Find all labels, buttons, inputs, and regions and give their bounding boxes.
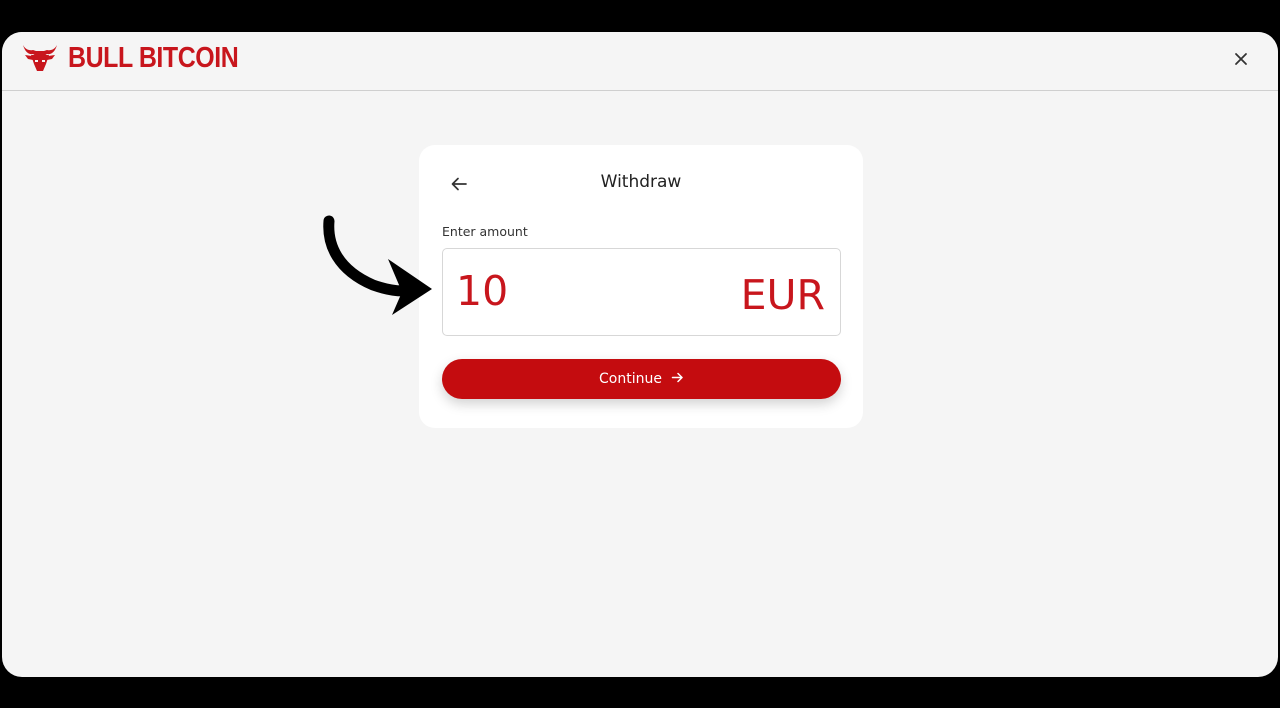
- close-icon: [1228, 53, 1254, 76]
- curved-pointer-arrow-icon: [318, 215, 438, 324]
- withdraw-card: Withdraw Enter amount 10 EUR Continue: [419, 145, 863, 428]
- continue-label: Continue: [599, 371, 662, 387]
- brand-name: BULL BITCOIN: [68, 41, 239, 74]
- close-button[interactable]: [1228, 46, 1254, 72]
- amount-input[interactable]: 10 EUR: [442, 248, 841, 336]
- bull-head-icon: [22, 42, 58, 74]
- app-window: BULL BITCOIN Withdraw Enter amount 10 EU…: [2, 32, 1278, 677]
- currency-label: EUR: [740, 271, 825, 319]
- page-title: Withdraw: [600, 172, 682, 192]
- amount-value: 10: [456, 267, 509, 315]
- header-bar: BULL BITCOIN: [2, 32, 1278, 91]
- brand-logo[interactable]: BULL BITCOIN: [22, 42, 266, 74]
- amount-label: Enter amount: [442, 224, 528, 239]
- continue-button[interactable]: Continue: [442, 359, 841, 399]
- arrow-right-icon: [671, 371, 684, 388]
